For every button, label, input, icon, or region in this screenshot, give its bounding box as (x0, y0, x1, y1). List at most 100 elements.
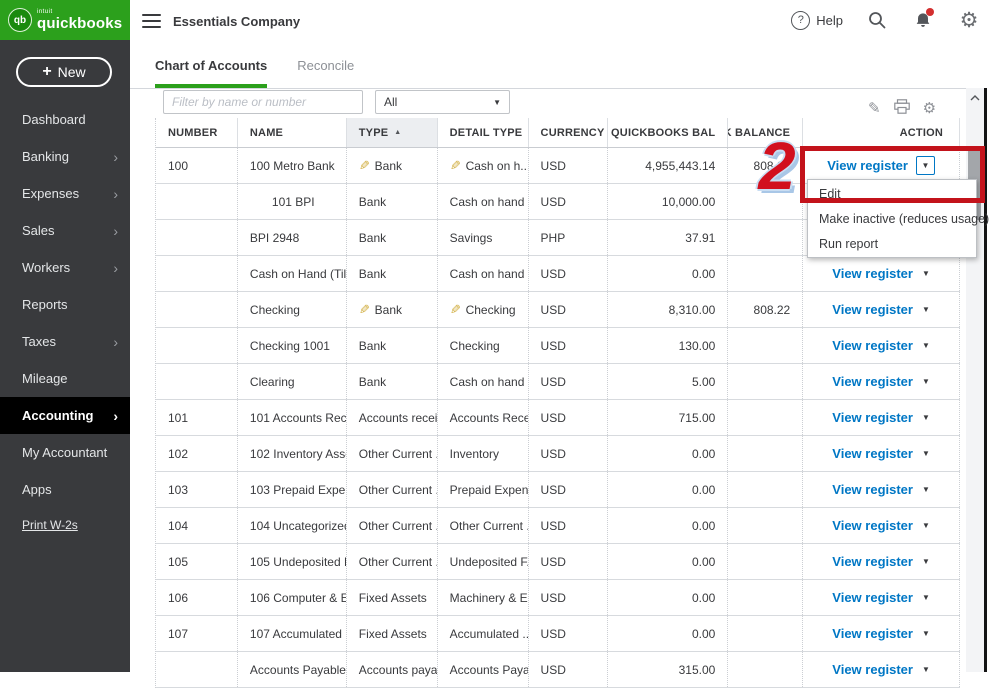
caret-down-icon[interactable]: ▼ (922, 521, 930, 530)
view-register-link[interactable]: View register (832, 302, 913, 317)
caret-down-icon[interactable]: ▼ (922, 413, 930, 422)
sidebar-item-dashboard[interactable]: Dashboard › (0, 101, 130, 138)
edit-pencil-icon: ✎ (358, 301, 370, 317)
cell-number (156, 328, 238, 363)
table-row: 103 103 Prepaid Expen ✎Other Current ...… (156, 472, 960, 508)
sidebar-item-label: Workers (22, 260, 71, 275)
view-register-link[interactable]: View register (832, 374, 913, 389)
notifications-bell-icon[interactable] (911, 8, 935, 32)
sidebar-item-expenses[interactable]: Expenses › (0, 175, 130, 212)
view-register-link[interactable]: View register (832, 410, 913, 425)
sidebar-item-apps[interactable]: Apps › (0, 471, 130, 508)
caret-down-icon[interactable]: ▼ (922, 449, 930, 458)
cell-number: 107 (156, 616, 238, 651)
caret-down-icon[interactable]: ▼ (922, 485, 930, 494)
cell-bank-balance (728, 580, 804, 615)
quickbooks-wordmark: quickbooks (37, 15, 123, 32)
filter-input[interactable] (163, 90, 363, 114)
cell-quickbooks-balance: 715.00 (608, 400, 729, 435)
print-icon[interactable] (893, 99, 910, 117)
vertical-scrollbar[interactable] (966, 88, 984, 672)
hamburger-menu-icon[interactable] (142, 14, 161, 28)
caret-down-icon[interactable]: ▼ (922, 629, 930, 638)
edit-pencil-icon[interactable]: ✎ (868, 101, 881, 116)
view-register-link[interactable]: View register (827, 158, 908, 173)
table-row: 106 106 Computer & E ✎Fixed Assets ✎Mach… (156, 580, 960, 616)
caret-down-icon[interactable]: ▼ (922, 341, 930, 350)
caret-down-icon[interactable]: ▼ (922, 665, 930, 674)
chevron-right-icon: › (113, 259, 118, 276)
column-header-detail[interactable]: DETAIL TYPE ▲ (438, 118, 529, 147)
tab-chart-of-accounts[interactable]: Chart of Accounts (155, 58, 268, 88)
column-header-action[interactable]: ACTION ▲ (803, 118, 960, 147)
sidebar-link-print-w2s[interactable]: Print W-2s (22, 518, 78, 532)
sidebar-item-accounting[interactable]: Accounting › (0, 397, 130, 434)
table-row: 102 102 Inventory Asse ✎Other Current ..… (156, 436, 960, 472)
sidebar-item-sales[interactable]: Sales › (0, 212, 130, 249)
column-header-qb[interactable]: QUICKBOOKS BAL ▲ (608, 118, 729, 147)
scroll-up-arrow[interactable] (966, 88, 984, 107)
cell-bank-balance (728, 436, 804, 471)
cell-bank-balance: 808.22 (728, 148, 804, 183)
caret-down-icon[interactable]: ▼ (922, 377, 930, 386)
cell-quickbooks-balance: 0.00 (608, 544, 729, 579)
column-header-number[interactable]: NUMBER ▲ (156, 118, 238, 147)
cell-detail-type: ✎Savings (438, 220, 529, 255)
column-header-type[interactable]: TYPE ▲ (346, 118, 438, 147)
sidebar-item-banking[interactable]: Banking › (0, 138, 130, 175)
sidebar-item-label: Taxes (22, 334, 56, 349)
cell-currency: USD (529, 148, 609, 183)
chevron-right-icon: › (113, 407, 118, 424)
sidebar-item-reports[interactable]: Reports › (0, 286, 130, 323)
cell-action: View register ▼ ▼ (803, 328, 960, 363)
column-header-currency[interactable]: CURRENCY ▲ (529, 118, 609, 147)
cell-currency: USD (529, 292, 609, 327)
view-register-link[interactable]: View register (832, 662, 913, 677)
sidebar-item-taxes[interactable]: Taxes › (0, 323, 130, 360)
cell-currency: USD (529, 580, 609, 615)
sidebar-item-label: Sales (22, 223, 55, 238)
column-header-label: BANK BALANCE (728, 126, 791, 139)
table-row: Cash on Hand (Till ✎Bank ✎Cash on hand U… (156, 256, 960, 292)
column-header-bank[interactable]: BANK BALANCE ▲ (728, 118, 804, 147)
view-register-link[interactable]: View register (832, 518, 913, 533)
view-register-link[interactable]: View register (832, 266, 913, 281)
view-register-link[interactable]: View register (832, 482, 913, 497)
edit-pencil-icon: ✎ (358, 157, 370, 173)
cell-action: View register ▼ ▼ (803, 472, 960, 507)
view-register-link[interactable]: View register (832, 338, 913, 353)
sidebar-item-mileage[interactable]: Mileage › (0, 360, 130, 397)
cell-name: Checking (238, 292, 347, 327)
column-header-name[interactable]: NAME ▲ (238, 118, 347, 147)
view-register-link[interactable]: View register (832, 446, 913, 461)
view-register-link[interactable]: View register (832, 590, 913, 605)
help-button[interactable]: ? Help (791, 10, 843, 30)
cell-type: ✎Fixed Assets (347, 616, 438, 651)
new-button[interactable]: + New (16, 57, 112, 87)
quickbooks-logo[interactable]: qb intuit quickbooks (0, 0, 130, 40)
sidebar-item-label: Expenses (22, 186, 80, 201)
table-row: Accounts Payable ✎Accounts paya... ✎Acco… (156, 652, 960, 688)
cell-bank-balance (728, 616, 804, 651)
settings-gear-icon[interactable]: ⚙ (957, 8, 981, 32)
action-menu-item-edit[interactable]: Edit (808, 181, 976, 206)
caret-down-icon[interactable]: ▼ (922, 269, 930, 278)
cell-name: 106 Computer & E (238, 580, 347, 615)
table-settings-gear-icon[interactable]: ⚙ (923, 101, 936, 116)
action-menu-item-make[interactable]: Make inactive (reduces usage) (808, 206, 989, 231)
caret-down-icon[interactable]: ▼ (922, 593, 930, 602)
tab-reconcile[interactable]: Reconcile (297, 58, 354, 88)
sidebar-item-my-accountant[interactable]: My Accountant › (0, 434, 130, 471)
caret-down-icon[interactable]: ▼ (922, 305, 930, 314)
view-register-link[interactable]: View register (832, 554, 913, 569)
action-menu-item-run[interactable]: Run report (808, 231, 976, 256)
search-icon[interactable] (865, 8, 889, 32)
column-header-label: DETAIL TYPE (449, 126, 523, 139)
panel-divider (130, 88, 985, 89)
type-filter-select[interactable]: All ▼ (375, 90, 510, 114)
action-dropdown-button[interactable]: ▼ (915, 156, 935, 175)
view-register-link[interactable]: View register (832, 626, 913, 641)
caret-down-icon[interactable]: ▼ (922, 557, 930, 566)
edit-pencil-icon: ✎ (449, 157, 461, 173)
sidebar-item-workers[interactable]: Workers › (0, 249, 130, 286)
